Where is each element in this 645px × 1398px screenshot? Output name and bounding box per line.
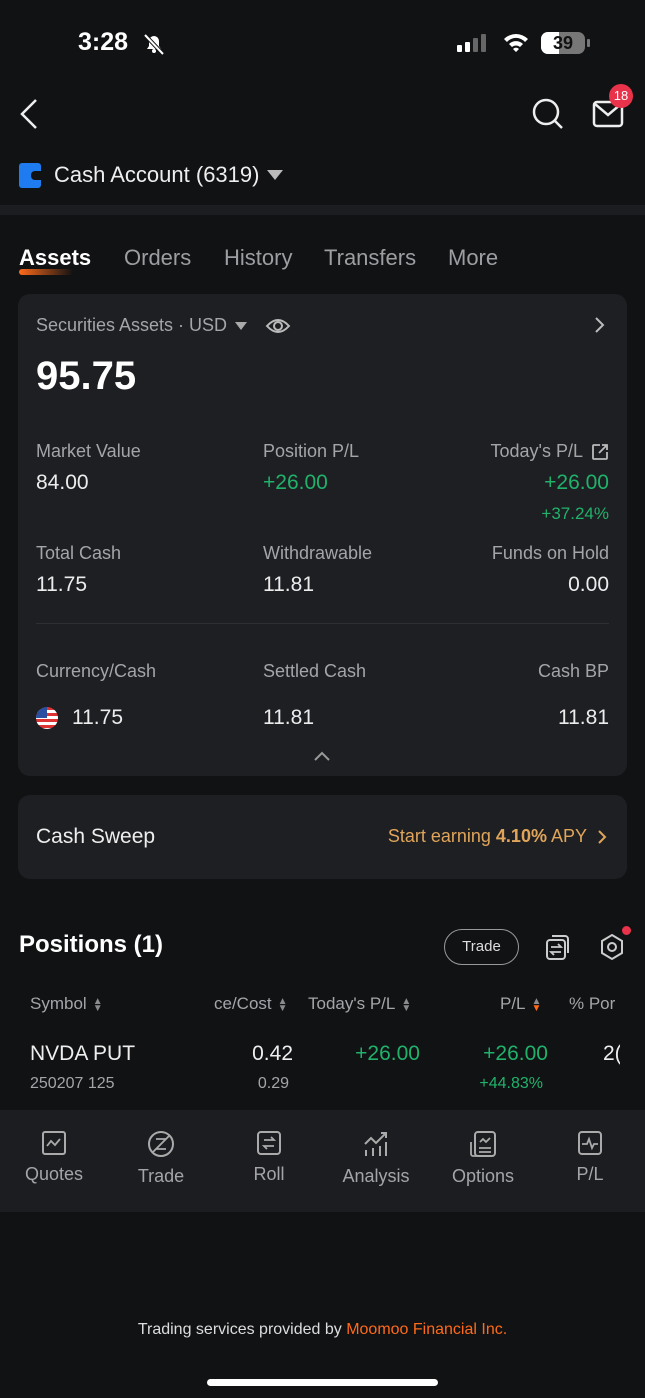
sort-icon: ▲ ▼ — [92, 995, 103, 1014]
cash-bp-label: Cash BP — [537, 661, 609, 681]
funds-on-hold: 0.00 — [568, 573, 609, 596]
battery-indicator: 39 — [541, 32, 585, 54]
todays-pl: +26.00 — [355, 1042, 420, 1065]
footer-text: Trading services provided by Moomoo Fina… — [137, 1321, 508, 1338]
pl-pct: +44.83% — [479, 1075, 543, 1092]
cash-sweep-cta[interactable]: Start earning 4.10% APY — [388, 826, 607, 847]
chevron-right-icon — [598, 829, 607, 844]
us-flag-icon — [36, 707, 58, 729]
pl: +26.00 — [483, 1042, 548, 1065]
share-icon[interactable] — [591, 443, 609, 461]
caret-down-icon — [267, 170, 284, 180]
funds-on-hold-label: Funds on Hold — [491, 543, 609, 563]
nav-quotes[interactable]: Quotes — [9, 1130, 99, 1185]
positions-title: Positions (1) — [19, 931, 164, 958]
withdrawable-label: Withdrawable — [263, 543, 373, 563]
nav-options[interactable]: Options — [438, 1130, 528, 1187]
total-assets: 95.75 — [36, 354, 137, 398]
trade-button[interactable]: Trade — [444, 929, 519, 965]
eye-icon[interactable] — [265, 317, 291, 335]
wifi-icon — [504, 34, 528, 52]
active-tab-indicator — [19, 269, 73, 275]
battery-level: 39 — [552, 33, 574, 53]
account-name: Cash Account (6319) — [54, 162, 260, 187]
divider — [0, 205, 645, 215]
assets-title[interactable]: Securities Assets · USD — [36, 315, 291, 336]
table-row[interactable]: NVDA PUT 250207 125 0.42 0.29 +26.00 +26… — [0, 1040, 645, 1100]
status-time: 3:28 — [78, 28, 129, 56]
tab-assets[interactable]: Assets — [19, 245, 91, 271]
symbol-sub: 250207 125 — [30, 1075, 115, 1092]
nav-trade[interactable]: Trade — [116, 1130, 206, 1187]
position-pl-label: Position P/L — [263, 441, 360, 461]
notification-dot — [622, 926, 631, 935]
quotes-icon — [42, 1131, 66, 1155]
currency-cash: 11.75 — [36, 706, 123, 730]
settings-gear-icon[interactable] — [598, 933, 626, 961]
home-indicator — [207, 1379, 438, 1386]
withdrawable: 11.81 — [263, 573, 314, 596]
col-symbol[interactable]: Symbol ▲ ▼ — [30, 994, 103, 1014]
todays-pl: +26.00 — [544, 471, 609, 494]
back-icon[interactable] — [18, 98, 40, 130]
analysis-icon — [364, 1132, 387, 1156]
price: 0.42 — [252, 1042, 293, 1065]
sort-desc-icon: ▲ ▼ — [531, 995, 542, 1014]
col-todays-pl[interactable]: Today's P/L ▲ ▼ — [308, 994, 411, 1014]
signal-icon — [457, 34, 486, 52]
cash-bp: 11.81 — [558, 706, 609, 729]
tab-more[interactable]: More — [448, 245, 498, 271]
cash-sweep-label: Cash Sweep — [36, 825, 156, 848]
currency-cash-label: Currency/Cash — [36, 661, 157, 681]
collapse-chevron-icon[interactable] — [313, 750, 331, 762]
roll-icon — [257, 1131, 281, 1155]
market-value: 84.00 — [36, 471, 89, 494]
todays-pl-pct: +37.24% — [541, 504, 609, 523]
tab-bar: Assets Orders History Transfers More — [19, 245, 639, 279]
tab-history[interactable]: History — [224, 245, 292, 271]
nav-pl[interactable]: P/L — [545, 1130, 635, 1185]
nav-analysis[interactable]: Analysis — [331, 1130, 421, 1187]
col-pl[interactable]: P/L ▲ ▼ — [500, 994, 541, 1014]
options-icon — [470, 1131, 496, 1157]
nav-roll[interactable]: Roll — [224, 1130, 314, 1185]
cash-sweep-card[interactable]: Cash Sweep Start earning 4.10% APY — [18, 795, 627, 879]
portfolio-pct: 2( — [603, 1042, 620, 1065]
chevron-right-icon[interactable] — [594, 316, 606, 334]
caret-down-icon — [235, 321, 248, 330]
cost: 0.29 — [257, 1075, 289, 1092]
position-pl: +26.00 — [263, 471, 328, 494]
market-value-label: Market Value — [36, 441, 141, 461]
transfer-positions-icon[interactable] — [544, 933, 572, 961]
wallet-icon — [19, 162, 41, 188]
tab-transfers[interactable]: Transfers — [324, 245, 416, 271]
settled-cash: 11.81 — [263, 706, 314, 729]
sort-icon: ▲ ▼ — [277, 995, 288, 1014]
positions-header: Symbol ▲ ▼ ce/Cost ▲ ▼ Today's P/L ▲ ▼ P/L ▲ ▼ %… — [0, 994, 645, 1018]
company-link[interactable]: Moomoo Financial Inc. — [346, 1321, 507, 1338]
total-cash-label: Total Cash — [36, 543, 122, 563]
mail-badge: 18 — [609, 84, 633, 108]
account-selector[interactable]: Cash Account (6319) — [19, 162, 284, 188]
col-price-cost[interactable]: ce/Cost ▲ ▼ — [214, 994, 288, 1014]
trade-icon — [148, 1131, 174, 1157]
silent-bell-icon — [143, 33, 165, 55]
divider — [36, 623, 609, 624]
col-portfolio[interactable]: % Por — [569, 994, 619, 1014]
sort-icon: ▲ ▼ — [401, 995, 412, 1014]
todays-pl-label[interactable]: Today's P/L — [491, 441, 610, 462]
search-icon[interactable] — [531, 97, 565, 131]
symbol: NVDA PUT — [30, 1042, 136, 1065]
assets-card: Securities Assets · USD 95.75 Market Val… — [18, 294, 627, 776]
tab-orders[interactable]: Orders — [124, 245, 191, 271]
pl-icon — [578, 1131, 602, 1155]
total-cash: 11.75 — [36, 573, 87, 596]
settled-cash-label: Settled Cash — [263, 661, 367, 681]
